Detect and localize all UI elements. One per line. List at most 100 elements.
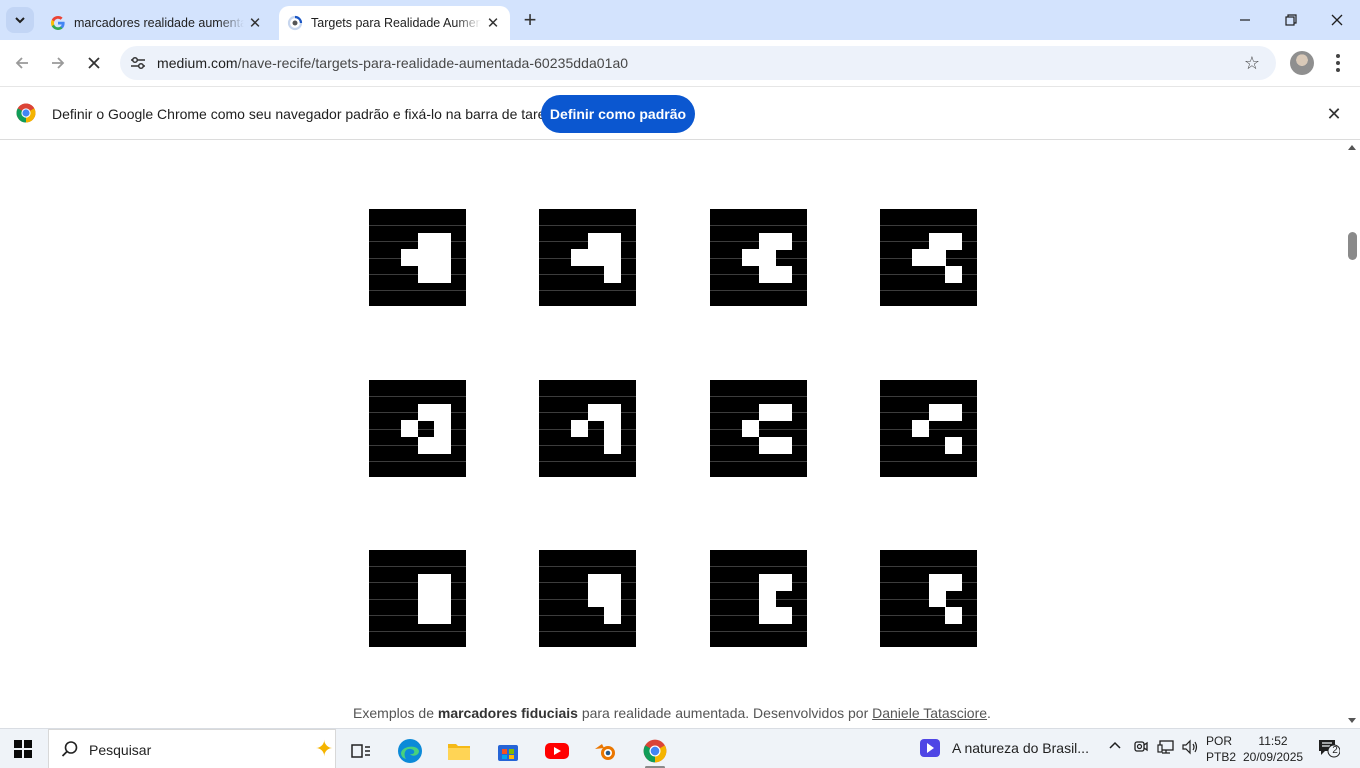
marker-white-module	[434, 574, 451, 591]
copilot-sparkle-icon: ✦	[315, 736, 334, 761]
fiducial-marker	[539, 209, 636, 306]
input-language-indicator[interactable]: POR PTB2	[1206, 733, 1236, 765]
marker-white-module	[588, 574, 605, 591]
fiducial-marker	[369, 380, 466, 477]
marker-row-line	[880, 274, 977, 275]
marker-white-module	[434, 266, 451, 283]
marker-white-module	[759, 266, 776, 283]
clock-date: 20/09/2025	[1243, 750, 1304, 764]
fiducial-marker	[539, 550, 636, 647]
tab-search-button[interactable]	[6, 7, 34, 33]
volume-icon[interactable]	[1181, 739, 1199, 759]
marker-white-module	[775, 266, 792, 283]
notification-center-icon[interactable]: 2	[1318, 738, 1341, 758]
chrome-menu-icon[interactable]	[1328, 49, 1348, 77]
marker-white-module	[588, 404, 605, 421]
marker-white-module	[604, 266, 621, 283]
marker-white-module	[945, 437, 962, 454]
blender-icon[interactable]	[588, 733, 624, 768]
marker-white-module	[571, 420, 588, 437]
marker-white-module	[759, 249, 776, 266]
media-title: A natureza do Brasil...	[952, 740, 1089, 756]
close-tab-icon[interactable]: ✕	[246, 14, 264, 32]
marker-white-module	[418, 266, 435, 283]
caption-suffix: .	[987, 705, 991, 721]
tray-chevron-up-icon[interactable]	[1108, 739, 1122, 757]
url-text: medium.com/nave-recife/targets-para-real…	[157, 55, 628, 71]
minimize-window-icon[interactable]	[1222, 0, 1268, 40]
marker-row-line	[710, 396, 807, 397]
marker-white-module	[434, 437, 451, 454]
marker-row-line	[369, 461, 466, 462]
chevron-down-icon	[15, 17, 25, 24]
marker-white-module	[588, 233, 605, 250]
marker-row-line	[539, 274, 636, 275]
scroll-up-arrow-icon[interactable]	[1348, 145, 1356, 150]
author-link[interactable]: Daniele Tatasciore	[872, 705, 987, 721]
site-settings-icon[interactable]	[128, 53, 148, 73]
fiducial-marker	[710, 550, 807, 647]
tab-strip: marcadores realidade aumentada ✕ Targets…	[0, 0, 1360, 40]
close-infobar-icon[interactable]: ✕	[1324, 104, 1344, 124]
set-default-button[interactable]: Definir como padrão	[541, 95, 695, 133]
marker-row-line	[880, 615, 977, 616]
edge-browser-icon[interactable]	[392, 733, 428, 768]
youtube-icon[interactable]	[539, 733, 575, 768]
marker-white-module	[604, 574, 621, 591]
file-explorer-icon[interactable]	[441, 733, 477, 768]
marker-white-module	[418, 437, 435, 454]
taskbar-search-box[interactable]: Pesquisar ✦	[48, 729, 336, 768]
marker-white-module	[775, 404, 792, 421]
marker-white-module	[418, 590, 435, 607]
close-tab-icon[interactable]: ✕	[484, 14, 502, 32]
marker-white-module	[775, 574, 792, 591]
keyboard-layout: PTB2	[1206, 750, 1237, 764]
marker-row-line	[539, 631, 636, 632]
url-path: /nave-recife/targets-para-realidade-aume…	[237, 55, 629, 71]
forward-arrow-icon[interactable]	[44, 49, 72, 77]
microsoft-store-icon[interactable]	[490, 733, 526, 768]
scroll-down-arrow-icon[interactable]	[1348, 718, 1356, 723]
marker-row-line	[710, 631, 807, 632]
system-clock[interactable]: 11:52 20/09/2025	[1243, 733, 1303, 765]
profile-avatar[interactable]	[1290, 51, 1314, 75]
marker-row-line	[880, 631, 977, 632]
marker-white-module	[945, 233, 962, 250]
marker-white-module	[604, 233, 621, 250]
page-scrollbar[interactable]	[1344, 140, 1360, 728]
tab-google-search[interactable]: marcadores realidade aumentada ✕	[40, 6, 272, 40]
marker-row-line	[539, 615, 636, 616]
infobar-message: Definir o Google Chrome como seu navegad…	[52, 106, 565, 122]
marker-row-line	[710, 290, 807, 291]
marker-white-module	[418, 249, 435, 266]
task-view-icon[interactable]	[343, 733, 379, 768]
new-tab-plus-icon[interactable]: +	[518, 9, 542, 33]
language-code: POR	[1206, 734, 1233, 748]
marker-row-line	[539, 290, 636, 291]
meet-camera-icon[interactable]	[1133, 739, 1149, 759]
marker-row-line	[710, 461, 807, 462]
back-arrow-icon[interactable]	[8, 49, 36, 77]
marker-white-module	[945, 266, 962, 283]
marker-white-module	[759, 437, 776, 454]
windows-start-icon[interactable]	[14, 740, 32, 758]
marker-white-module	[775, 607, 792, 624]
chrome-taskbar-icon[interactable]	[637, 733, 673, 768]
marker-white-module	[775, 233, 792, 250]
marker-white-module	[401, 420, 418, 437]
fiducial-marker	[369, 209, 466, 306]
address-bar[interactable]: medium.com/nave-recife/targets-para-real…	[120, 46, 1276, 80]
network-icon[interactable]	[1157, 739, 1175, 759]
media-widget[interactable]: A natureza do Brasil...	[920, 739, 1089, 757]
restore-window-icon[interactable]	[1268, 0, 1314, 40]
close-window-icon[interactable]	[1314, 0, 1360, 40]
marker-white-module	[604, 607, 621, 624]
caption-bold-text: marcadores fiduciais	[437, 705, 578, 721]
caption-prefix: Exemplos de	[353, 705, 438, 721]
stop-loading-icon[interactable]	[80, 49, 108, 77]
bookmark-star-icon[interactable]: ☆	[1242, 53, 1262, 73]
scrollbar-thumb[interactable]	[1348, 232, 1357, 260]
browser-toolbar: medium.com/nave-recife/targets-para-real…	[0, 40, 1360, 86]
loading-spinner-icon	[287, 15, 303, 31]
tab-medium-article[interactable]: Targets para Realidade Aumentada ✕	[279, 6, 510, 40]
